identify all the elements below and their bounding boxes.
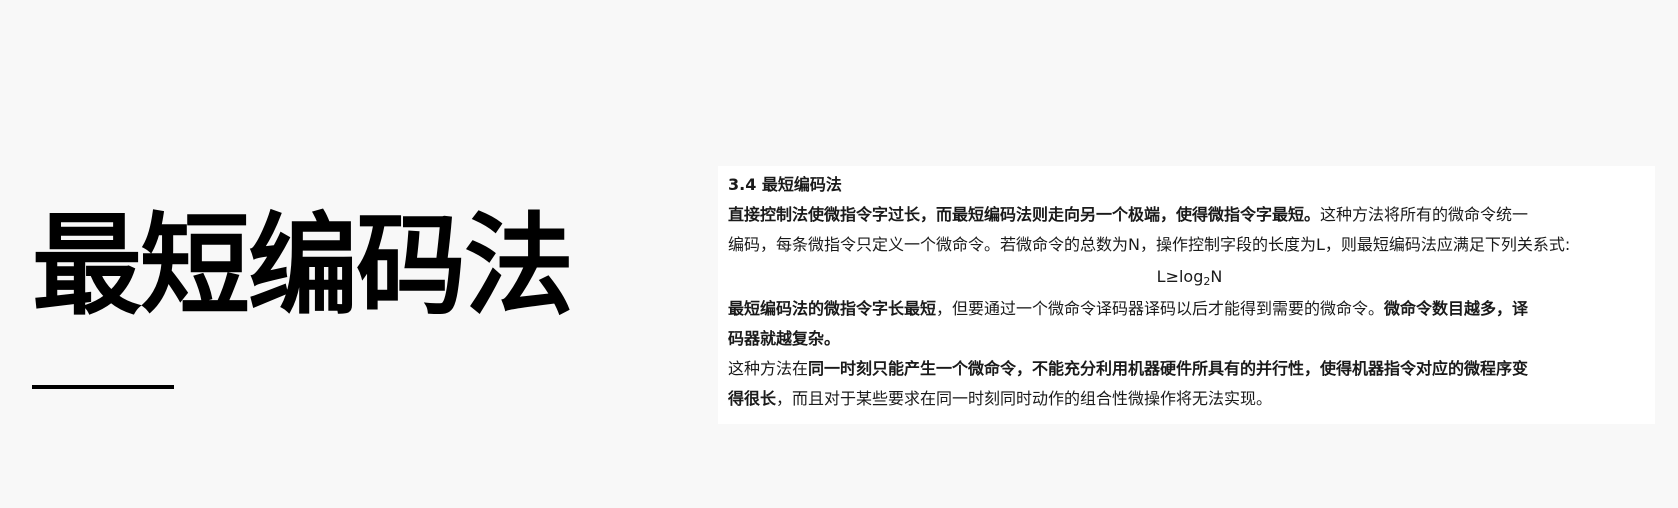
paragraph-3-line-2: 得很长，而且对于某些要求在同一时刻同时动作的组合性微操作将无法实现。 bbox=[728, 384, 1645, 414]
paragraph-2-bold-text: 最短编码法的微指令字长最短 bbox=[728, 299, 937, 318]
paragraph-1-line-2: 编码，每条微指令只定义一个微命令。若微命令的总数为N，操作控制字段的长度为L，则… bbox=[728, 235, 1571, 254]
paragraph-2-bold-text-2: 微命令数目越多，译 bbox=[1384, 299, 1529, 318]
title-underline-divider bbox=[32, 385, 174, 389]
paragraph-3-bold-text: 同一时刻只能产生一个微命令，不能充分利用机器硬件所具有的并行性，使得机器指令对应… bbox=[808, 359, 1529, 378]
paragraph-1-line-1: 直接控制法使微指令字过长，而最短编码法则走向另一个极端，使得微指令字最短。这种方… bbox=[728, 200, 1645, 230]
paragraph-2-line-2: 码器就越复杂。 bbox=[728, 329, 841, 348]
paragraph-3-bold-text-2: 得很长 bbox=[728, 389, 777, 408]
section-heading: 3.4 最短编码法 bbox=[728, 175, 842, 194]
formula-argument: N bbox=[1210, 267, 1223, 286]
formula: L≥log2N bbox=[728, 260, 1645, 294]
paragraph-3-text: 这种方法在 bbox=[728, 359, 809, 378]
document-excerpt-panel: 3.4 最短编码法 直接控制法使微指令字过长，而最短编码法则走向另一个极端，使得… bbox=[718, 166, 1655, 424]
paragraph-1-bold-text: 直接控制法使微指令字过长，而最短编码法则走向另一个极端，使得微指令字最短。 bbox=[728, 205, 1321, 224]
paragraph-3-text-2: ，而且对于某些要求在同一时刻同时动作的组合性微操作将无法实现。 bbox=[776, 389, 1273, 408]
paragraph-2-line-1: 最短编码法的微指令字长最短，但要通过一个微命令译码器译码以后才能得到需要的微命令… bbox=[728, 294, 1645, 324]
paragraph-3-line-1: 这种方法在同一时刻只能产生一个微命令，不能充分利用机器硬件所具有的并行性，使得机… bbox=[728, 354, 1645, 384]
formula-lhs: L≥log bbox=[1156, 267, 1204, 286]
paragraph-1-text: 这种方法将所有的微命令统一 bbox=[1320, 205, 1529, 224]
paragraph-2-text: ，但要通过一个微命令译码器译码以后才能得到需要的微命令。 bbox=[936, 299, 1385, 318]
slide-title: 最短编码法 bbox=[32, 202, 574, 330]
